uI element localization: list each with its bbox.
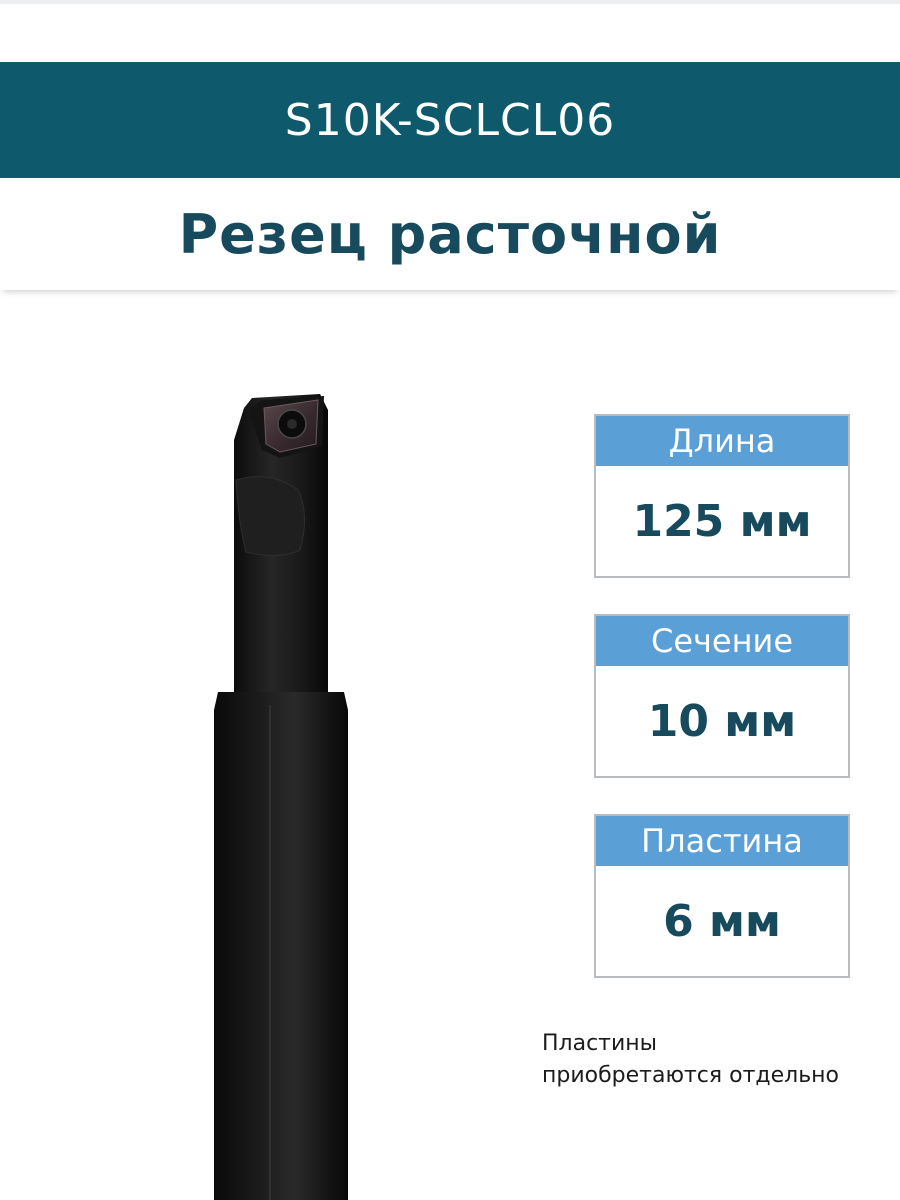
boring-bar-tool-image	[200, 380, 360, 1200]
model-banner: S10K-SCLCL06	[0, 62, 900, 178]
spec-insert: Пластина 6 мм	[594, 814, 850, 978]
inserts-note: Пластины приобретаются отдельно	[542, 1028, 892, 1092]
note-line-2: приобретаются отдельно	[542, 1063, 840, 1088]
spec-insert-value: 6 мм	[663, 895, 781, 947]
spec-insert-label: Пластина	[596, 816, 848, 866]
spec-section-label: Сечение	[596, 616, 848, 666]
top-divider	[0, 0, 900, 4]
spec-length: Длина 125 мм	[594, 414, 850, 578]
note-line-1: Пластины	[542, 1031, 658, 1056]
spec-section-value: 10 мм	[647, 695, 797, 747]
title-band: Резец расточной	[0, 178, 900, 290]
product-card: S10K-SCLCL06 Резец расточной Длина 125 м…	[0, 0, 900, 1200]
product-title: Резец расточной	[178, 202, 722, 266]
spec-length-value: 125 мм	[632, 495, 812, 547]
spec-section: Сечение 10 мм	[594, 614, 850, 778]
model-code: S10K-SCLCL06	[284, 94, 616, 146]
spec-length-label: Длина	[596, 416, 848, 466]
